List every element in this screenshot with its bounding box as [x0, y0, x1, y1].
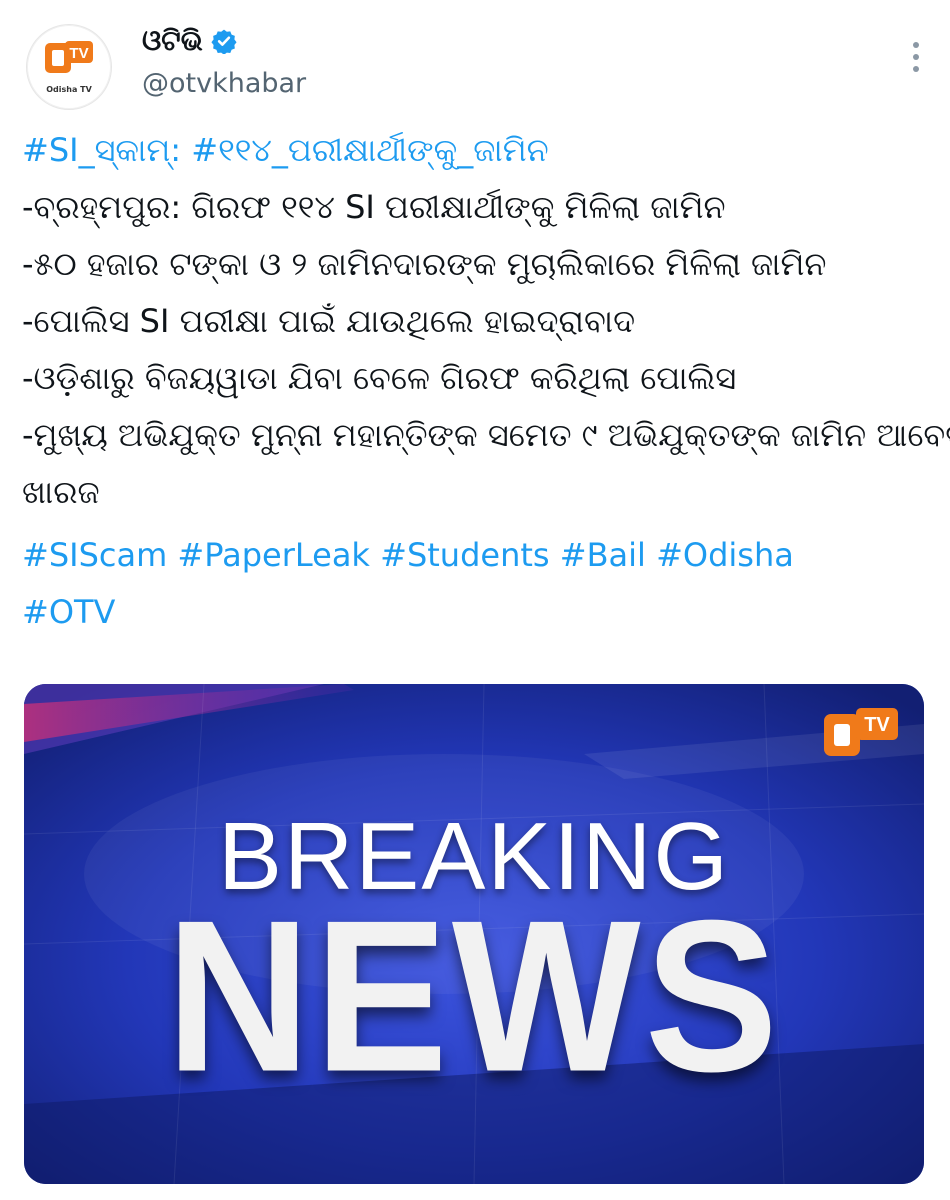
hashtags-line-2[interactable]: #OTV — [22, 584, 922, 641]
otv-logo-icon: TV — [824, 708, 898, 756]
tweet-line-5: -ମୁଖ୍ୟ ଅଭିଯୁକ୍ତ ମୁନ୍ନା ମହାନ୍ତିଙ୍କ ସମେତ ୯… — [22, 416, 950, 454]
avatar-caption: Odisha TV — [46, 85, 92, 94]
media-logo-text: TV — [864, 714, 890, 736]
tweet-header: TV Odisha TV ଓଟିଭି @otvkhabar — [22, 16, 928, 110]
news-text: NEWS — [166, 876, 782, 1117]
tweet-line-1: -ବ୍ରହ୍ମପୁର: ଗିରଫ ୧୧୪ SI ପରୀକ୍ଷାର୍ଥୀଙ୍କୁ … — [22, 188, 726, 226]
tweet-line-6: ଖାରଜ — [22, 473, 100, 511]
hashtags-line-1[interactable]: #SIScam #PaperLeak #Students #Bail #Odis… — [22, 527, 922, 584]
avatar-logo-text: TV — [69, 45, 88, 62]
tweet-line-2: -୫୦ ହଜାର ଟଙ୍କା ଓ ୨ ଜାମିନଦାରଙ୍କ ମୁଚାଲିକାର… — [22, 245, 827, 283]
otv-logo-icon: TV — [45, 41, 93, 73]
tweet-media-image[interactable]: TV BREAKING NEWS — [24, 684, 924, 1184]
tweet-text: #SI_ସ୍କାମ୍‌: #୧୧୪_ପରୀକ୍ଷାର୍ଥୀଙ୍କୁ_ଜାମିନ … — [22, 122, 950, 641]
user-handle[interactable]: @otvkhabar — [142, 68, 306, 99]
tweet-line-4: -ଓଡ଼ିଶାରୁ ବିଜୟୱାଡା ଯିବା ବେଳେ ଗିରଫ କରିଥିଲ… — [22, 359, 737, 397]
name-row: ଓଟିଭି — [142, 24, 237, 58]
headline-hashtags[interactable]: #SI_ସ୍କାମ୍‌: #୧୧୪_ପରୀକ୍ଷାର୍ଥୀଙ୍କୁ_ଜାମିନ — [22, 122, 922, 179]
display-name[interactable]: ଓଟିଭି — [142, 24, 203, 58]
avatar[interactable]: TV Odisha TV — [26, 24, 112, 110]
more-options-icon[interactable] — [910, 42, 922, 72]
verified-badge-icon — [211, 29, 237, 54]
tweet-line-3: -ପୋଲିସ SI ପରୀକ୍ଷା ପାଇଁ ଯାଉଥିଲେ ହାଇଦ୍ରାବା… — [22, 302, 636, 340]
